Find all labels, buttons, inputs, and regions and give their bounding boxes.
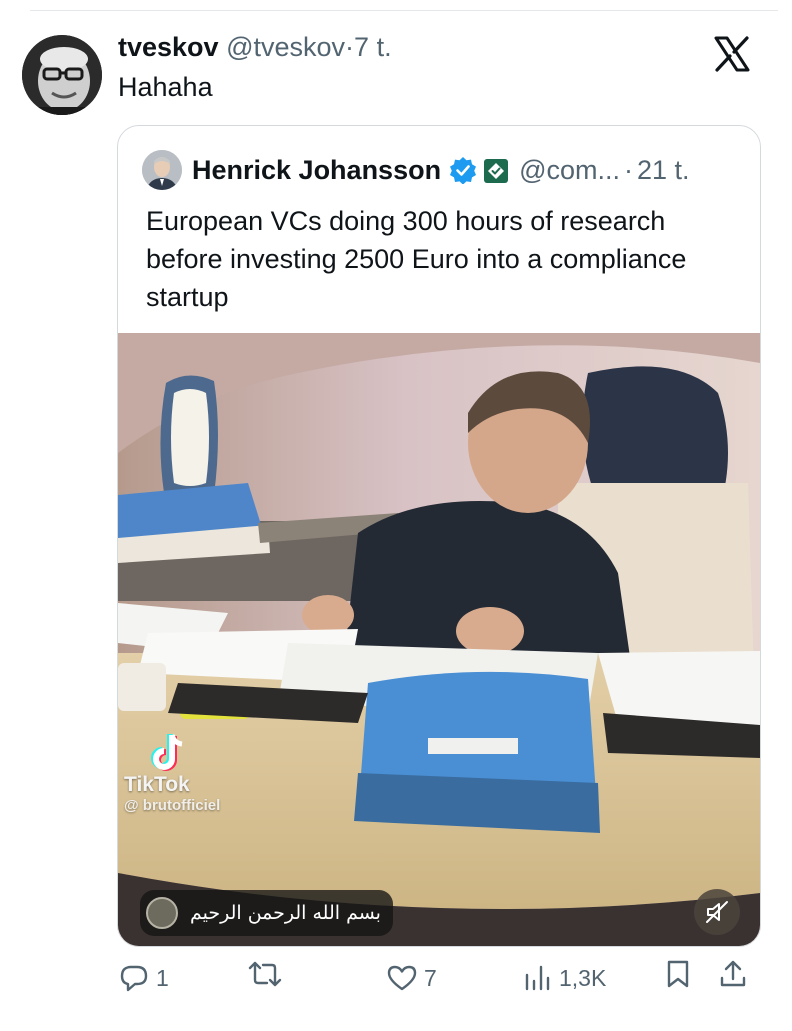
tiktok-watermark: TikTok @ brutofficiel bbox=[124, 729, 220, 815]
tiktok-brand: TikTok bbox=[124, 773, 190, 796]
repost-button[interactable] bbox=[248, 958, 288, 990]
verified-badge-icon bbox=[449, 156, 477, 185]
quoted-author-handle[interactable]: @com... bbox=[519, 152, 620, 188]
sound-text: بسم الله الرحمن الرحيم bbox=[190, 902, 381, 924]
video-frame-image bbox=[118, 333, 760, 946]
tweet-actions: 1 7 1,3K bbox=[118, 958, 758, 998]
reply-icon bbox=[120, 965, 148, 992]
tiktok-handle: @ brutofficiel bbox=[124, 797, 221, 814]
header-separator: · bbox=[345, 32, 355, 62]
heart-icon bbox=[387, 965, 417, 991]
author-handle[interactable]: @tveskov bbox=[226, 32, 345, 62]
tiktok-logo-icon bbox=[146, 729, 192, 775]
top-divider bbox=[30, 10, 778, 11]
author-name[interactable]: tveskov bbox=[118, 32, 219, 62]
quoted-tweet-time[interactable]: 21 t. bbox=[637, 152, 690, 188]
affiliation-badge-icon[interactable] bbox=[483, 157, 509, 183]
quoted-tweet-text: European VCs doing 300 hours of research… bbox=[146, 206, 687, 312]
quoted-tweet-card[interactable]: Henrick Johansson @com... · 21 t. European… bbox=[117, 125, 761, 947]
volume-muted-icon bbox=[706, 901, 728, 923]
quoted-tweet-header: Henrick Johansson @com... · 21 t. bbox=[192, 152, 690, 188]
bookmark-button[interactable] bbox=[664, 958, 692, 990]
bookmark-icon bbox=[667, 960, 689, 988]
like-count: 7 bbox=[424, 965, 437, 991]
sound-disc-icon bbox=[146, 897, 178, 929]
tweet-header: tveskov @tveskov·7 t. bbox=[118, 30, 392, 64]
sound-label[interactable]: بسم الله الرحمن الرحيم bbox=[140, 890, 393, 936]
reply-count: 1 bbox=[156, 965, 169, 991]
mute-button[interactable] bbox=[694, 889, 740, 935]
reply-button[interactable]: 1 bbox=[118, 958, 169, 998]
quoted-author-name[interactable]: Henrick Johansson bbox=[192, 152, 441, 188]
views-button[interactable]: 1,3K bbox=[523, 958, 606, 998]
like-button[interactable]: 7 bbox=[386, 958, 437, 998]
quoted-author-avatar[interactable] bbox=[142, 150, 182, 190]
views-chart-icon bbox=[525, 965, 550, 991]
share-button[interactable] bbox=[718, 958, 748, 990]
repost-icon bbox=[248, 961, 282, 987]
quoted-header-separator: · bbox=[624, 155, 633, 185]
quoted-tweet-video[interactable]: TikTok @ brutofficiel بسم الله الرحمن ال… bbox=[118, 333, 760, 946]
share-icon bbox=[720, 960, 746, 987]
view-count: 1,3K bbox=[559, 965, 607, 991]
tweet-text: Hahaha bbox=[118, 72, 213, 102]
x-logo-icon bbox=[712, 34, 752, 74]
tweet-time[interactable]: 7 t. bbox=[354, 32, 392, 62]
author-avatar[interactable] bbox=[22, 35, 102, 115]
